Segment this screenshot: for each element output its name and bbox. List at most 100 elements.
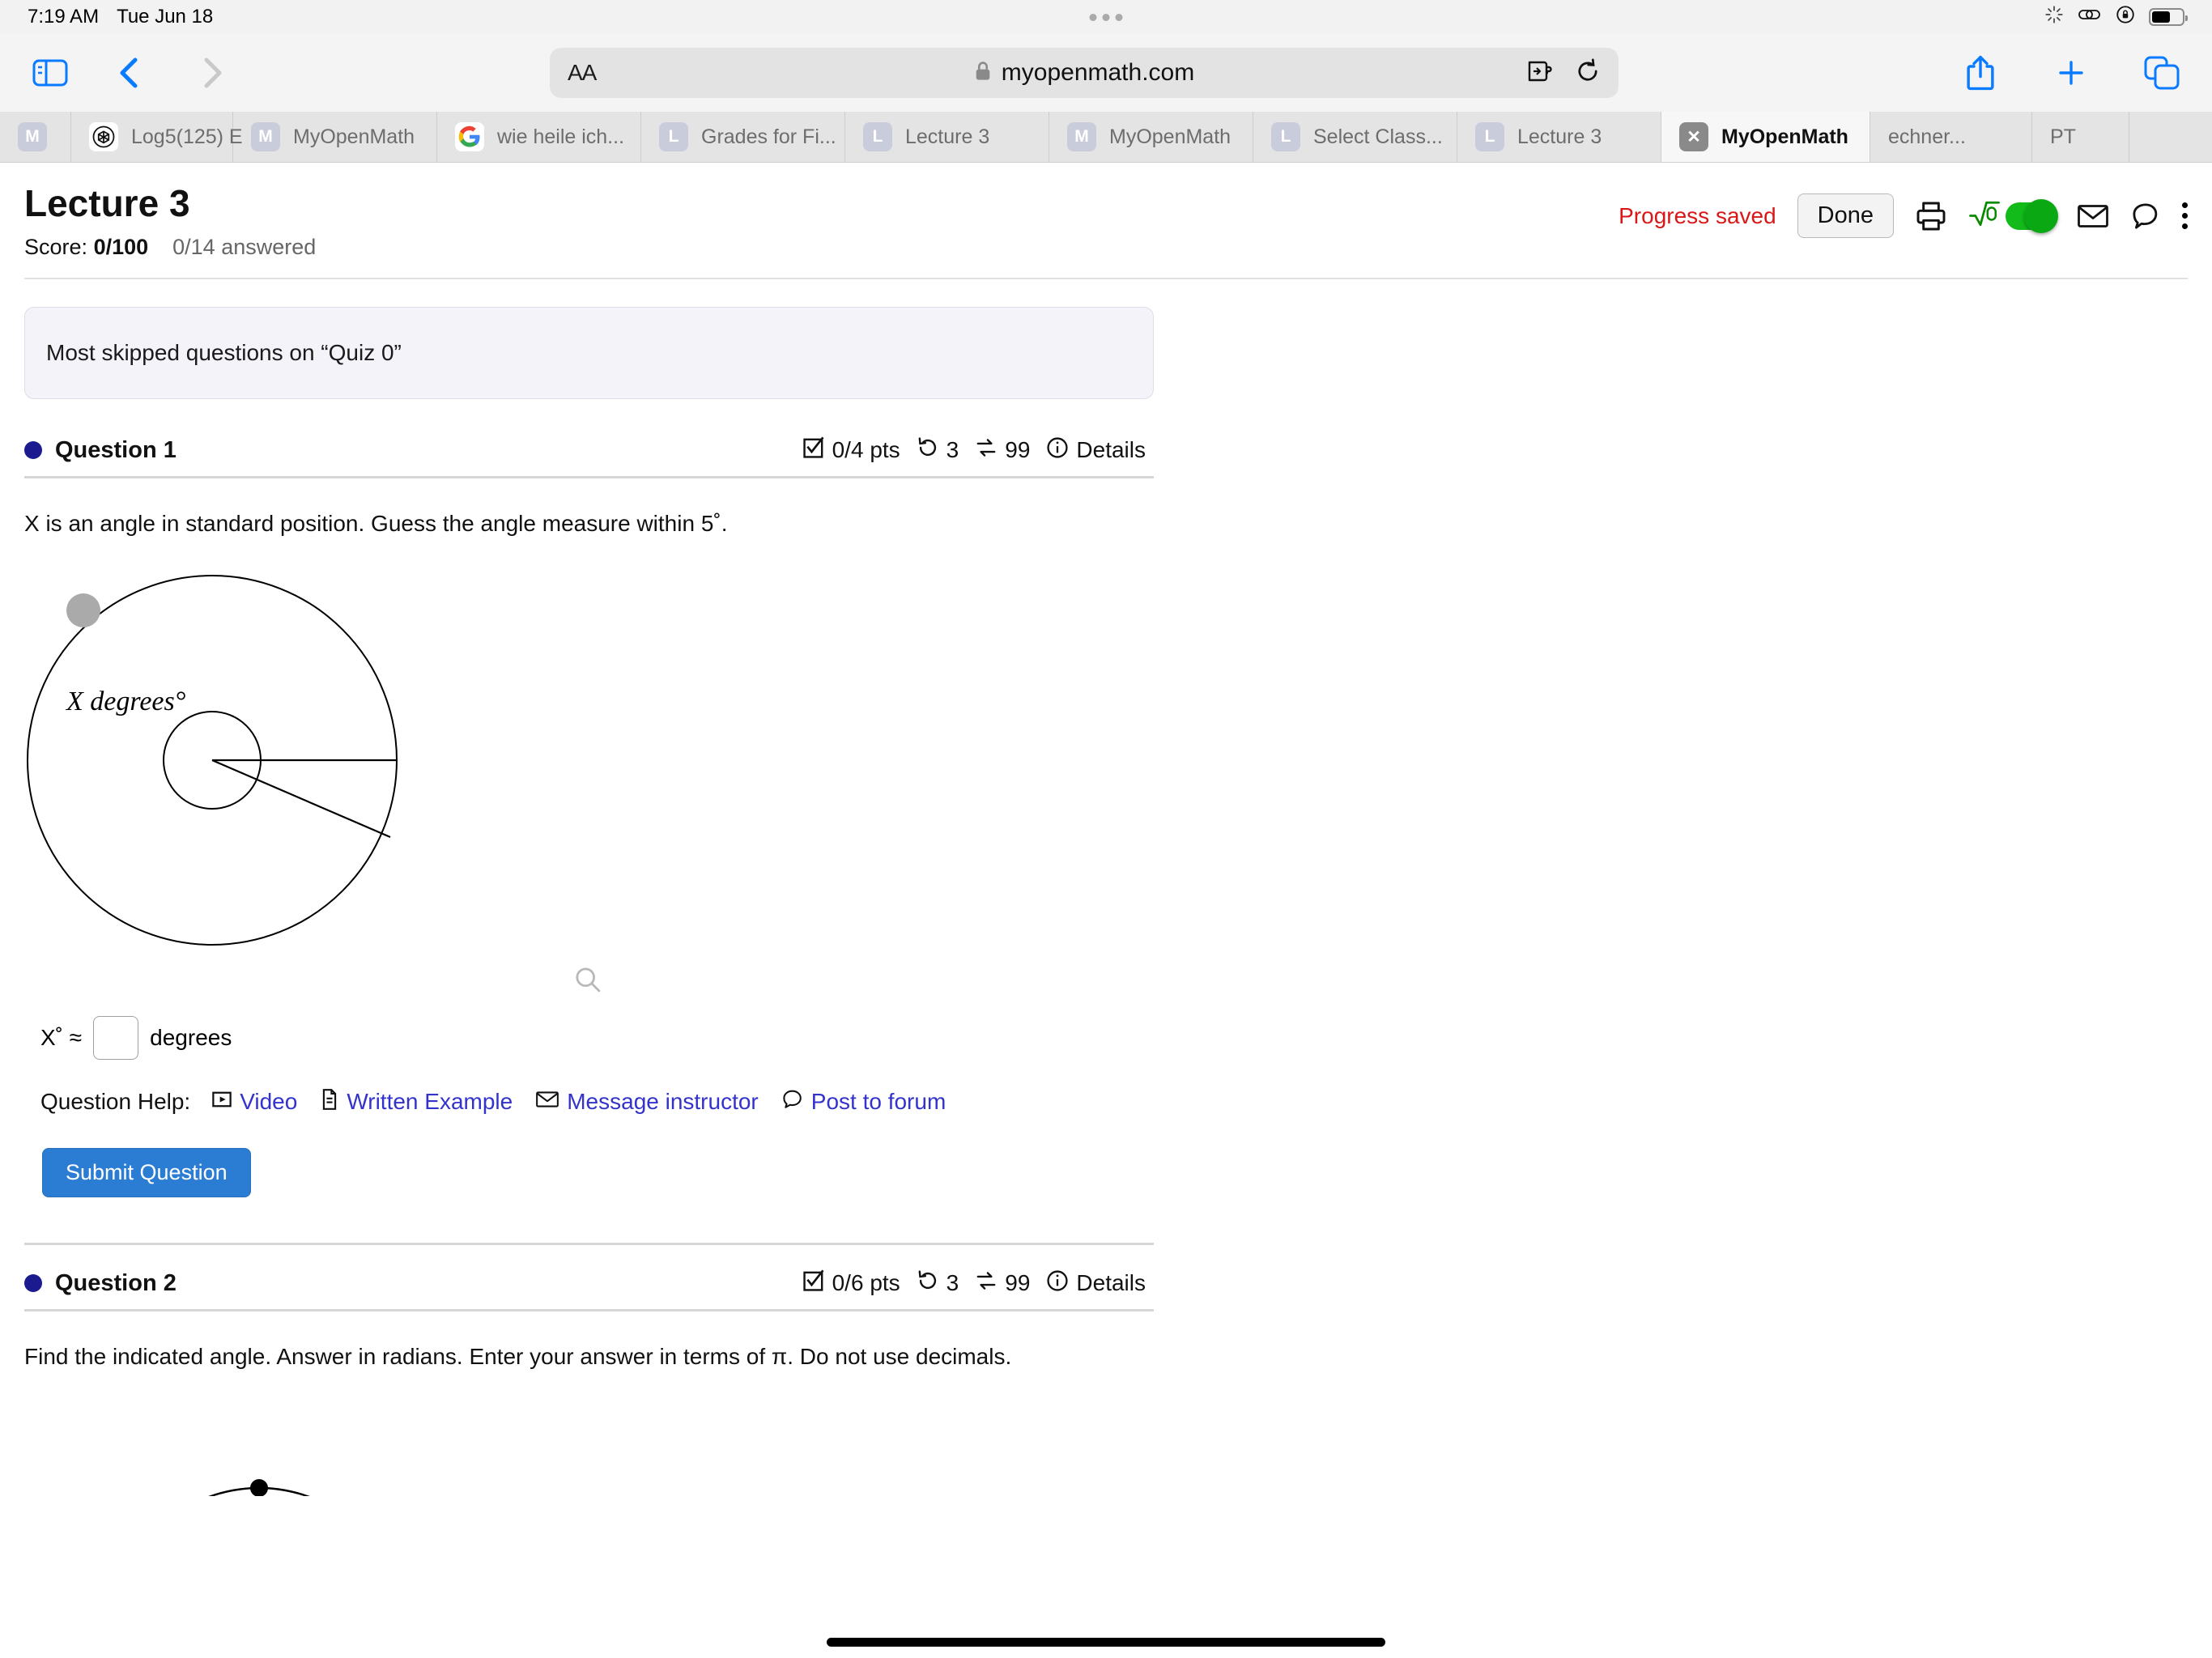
tab-label: MyOpenMath [1721,125,1848,148]
browser-tab-6[interactable]: L Lecture 3 [845,112,1049,162]
browser-tab-1[interactable]: M [0,112,71,162]
multitasking-handle[interactable] [1089,13,1123,21]
browser-tab-3[interactable]: M MyOpenMath [233,112,437,162]
math-entry-toggle[interactable] [1968,198,2058,233]
details-group[interactable]: Details [1046,1269,1146,1298]
details-group[interactable]: Details [1046,436,1146,465]
url-text: myopenmath.com [1001,59,1195,86]
browser-tab-10[interactable]: ✕ MyOpenMath [1661,112,1870,162]
circle-point [250,1478,268,1496]
chat-bubble-icon [781,1089,804,1116]
safari-toolbar: AA myopenmath.com [0,34,2212,112]
assignment-header: Lecture 3 Score: 0/100 0/14 answered Pro… [0,163,2212,260]
browser-tab-9[interactable]: L Lecture 3 [1457,112,1661,162]
battery-icon [2149,8,2188,26]
header-divider [24,277,2188,279]
attempts-group: 3 [917,436,959,465]
tab-favicon-letter: L [659,122,688,151]
share-icon[interactable] [1958,50,2003,96]
browser-tab-12[interactable]: PT [2032,112,2129,162]
retry-icon [917,1269,939,1298]
tab-overview-icon[interactable] [2139,50,2184,96]
question-1-reattempts: 99 [1005,437,1031,463]
points-group: 0/6 pts [802,1269,900,1298]
link-icon [2078,4,2102,31]
toggle-switch[interactable] [2006,198,2058,233]
browser-tab-8[interactable]: L Select Class... [1253,112,1457,162]
tab-favicon-openai [89,122,118,151]
sqrt-icon [1968,199,2001,232]
text-size-button[interactable]: AA [568,60,604,86]
tab-label: Lecture 3 [905,125,990,148]
tab-label: MyOpenMath [293,125,415,148]
question-2-label: Question 2 [55,1269,177,1296]
answer-input[interactable] [93,1015,139,1060]
tab-favicon-letter: L [863,122,892,151]
address-bar[interactable]: AA myopenmath.com [550,48,1619,98]
kebab-menu-icon[interactable] [2182,202,2188,229]
question-2-attempts: 3 [946,1270,959,1296]
envelope-icon[interactable] [2077,202,2109,230]
brightness-icon [2044,4,2065,31]
toolbar-right-actions [1958,50,2184,96]
submit-question-button[interactable]: Submit Question [42,1147,251,1197]
status-bar-left: 7:19 AM Tue Jun 18 [28,6,213,28]
done-button[interactable]: Done [1797,193,1894,238]
reattempt-icon [975,436,998,465]
question-1-diagram[interactable]: X degrees° [24,574,1154,998]
extensions-icon[interactable] [1526,58,1554,88]
retry-icon [917,436,939,465]
magnifier-icon[interactable] [573,965,606,998]
assignment-actions: Progress saved Done [1619,182,2188,238]
tab-favicon-letter: L [1271,122,1300,151]
lock-icon [974,61,992,86]
score-prefix: Score: [24,234,88,259]
checkbox-icon [802,1269,825,1298]
address-bar-container: AA myopenmath.com [235,48,1933,98]
help-link-message-instructor[interactable]: Message instructor [535,1089,759,1115]
page-title: Lecture 3 [24,182,190,224]
browser-tab-7[interactable]: M MyOpenMath [1049,112,1253,162]
chat-bubble-icon[interactable] [2130,202,2161,231]
nav-buttons [107,50,235,96]
question-1-details-link[interactable]: Details [1076,437,1146,463]
assignment-title-block: Lecture 3 Score: 0/100 0/14 answered [24,182,316,260]
page-content: Lecture 3 Score: 0/100 0/14 answered Pro… [0,163,2212,1658]
tab-favicon-google [455,122,484,151]
info-icon [1046,1269,1069,1298]
question-1-help-row: Question Help: Video Written Example Mes… [24,1089,1154,1116]
reload-icon[interactable] [1575,57,1601,89]
question-1-prompt: X is an angle in standard position. Gues… [24,510,728,536]
browser-tab-11[interactable]: echner... [1870,112,2032,162]
rotation-lock-icon [2115,4,2136,31]
help-link-video[interactable]: Video [211,1089,297,1116]
browser-tab-2[interactable]: Log5(125) E [71,112,243,162]
score-text: Score: 0/100 [24,235,148,260]
unit-circle-svg[interactable] [24,1391,542,1496]
angle-label: X degrees° [65,687,186,716]
question-1-label: Question 1 [55,436,177,463]
help-link-post-to-forum[interactable]: Post to forum [781,1089,946,1116]
back-button[interactable] [107,50,152,96]
points-group: 0/4 pts [802,436,900,465]
print-icon[interactable] [1915,200,1947,232]
reattempts-group: 99 [975,1269,1030,1298]
browser-tab-5[interactable]: L Grades for Fi... [641,112,845,162]
help-link-video-label: Video [240,1089,298,1115]
browser-tab-4[interactable]: wie heile ich... [437,112,641,162]
question-2-diagram[interactable] [24,1391,1154,1496]
help-link-written-example[interactable]: Written Example [320,1089,513,1116]
sidebar-toggle-icon[interactable] [28,50,73,96]
question-1-attempts: 3 [946,437,959,463]
question-1-points: 0/4 pts [832,437,900,463]
plus-icon[interactable] [2048,50,2094,96]
question-2-reattempts: 99 [1005,1270,1031,1296]
tab-label: Log5(125) E [131,125,243,148]
questions-column: Most skipped questions on “Quiz 0” Quest… [0,306,1178,1496]
terminal-side-ray [211,759,391,838]
address-bar-actions [1526,57,1601,89]
help-link-message-instructor-label: Message instructor [567,1089,759,1115]
tab-strip[interactable]: M Log5(125) E M MyOpenMath wie heile ich... L… [0,112,2212,163]
angle-diagram-svg[interactable]: X degrees° [24,574,542,954]
question-2-details-link[interactable]: Details [1076,1270,1146,1296]
